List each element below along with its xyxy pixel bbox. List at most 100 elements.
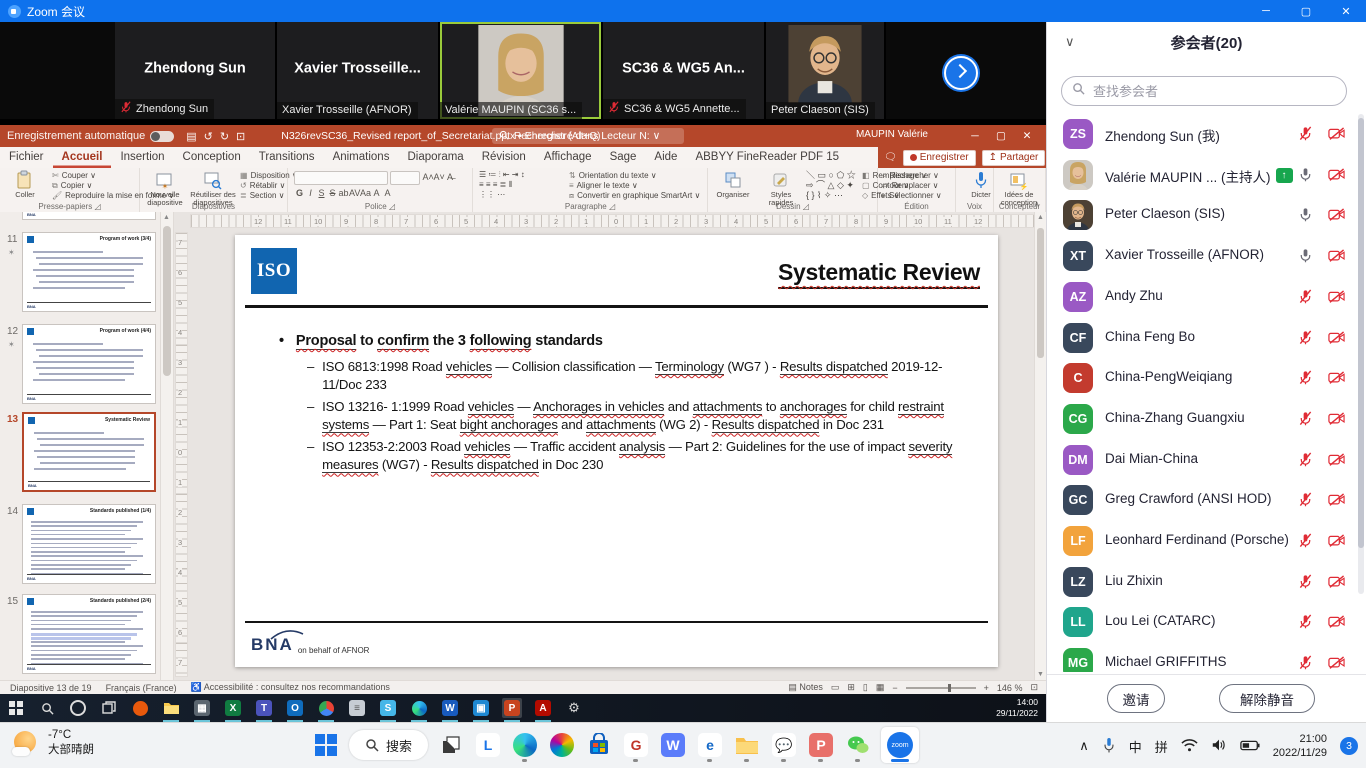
paste-button[interactable]: Coller xyxy=(2,170,48,199)
tab-sage[interactable]: Sage xyxy=(601,147,646,168)
camera-off-icon[interactable] xyxy=(1328,656,1345,672)
video-tile[interactable]: Peter Claeson (SIS) xyxy=(766,22,886,119)
muted-mic-icon[interactable] xyxy=(1298,614,1313,634)
accessibility-status[interactable]: ♿ Accessibilité : consultez nos recomman… xyxy=(191,682,390,693)
muted-mic-icon[interactable] xyxy=(1298,126,1313,146)
ime-language[interactable]: 中 xyxy=(1129,737,1142,756)
participant-row[interactable]: LZLiu Zhixin xyxy=(1047,562,1359,603)
tab-fichier[interactable]: Fichier xyxy=(0,147,53,168)
slide-thumbnail-partial[interactable]: BNA xyxy=(22,212,156,220)
word-icon[interactable]: W xyxy=(440,698,460,718)
comment-icon[interactable]: 🗨 xyxy=(884,152,897,163)
muted-mic-icon[interactable] xyxy=(1298,492,1313,512)
panel-collapse-icon[interactable]: ∨ xyxy=(1065,34,1075,50)
tab-diaporama[interactable]: Diaporama xyxy=(398,147,472,168)
font-token-3[interactable]: S xyxy=(327,188,338,198)
slide-sorter-icon[interactable]: ⊞ xyxy=(847,682,855,693)
settings-icon[interactable]: ⚙ xyxy=(564,698,584,718)
slideshow-icon[interactable]: ▦ xyxy=(876,682,885,693)
g-app-icon[interactable]: G xyxy=(622,727,650,763)
zoom-level[interactable]: 146 % xyxy=(997,683,1023,693)
font-size-select[interactable] xyxy=(390,171,420,185)
tab-r-vision[interactable]: Révision xyxy=(473,147,535,168)
participant-row[interactable]: GCGreg Crawford (ANSI HOD) xyxy=(1047,480,1359,521)
mic-icon[interactable] xyxy=(1298,207,1313,227)
orient-button[interactable]: ⇅ Orientation du texte ∨ xyxy=(569,171,700,181)
muted-mic-icon[interactable] xyxy=(1298,533,1313,553)
muted-mic-icon[interactable] xyxy=(1298,452,1313,472)
zoom-in-icon[interactable]: + xyxy=(984,683,989,693)
chrome-icon[interactable] xyxy=(316,698,336,718)
muted-mic-icon[interactable] xyxy=(1298,655,1313,672)
font-token-1[interactable]: I xyxy=(305,188,316,198)
teams-icon[interactable]: T xyxy=(254,698,274,718)
participant-row[interactable]: Valérie MAUPIN ... (主持人)↑ xyxy=(1047,155,1359,196)
mic-icon[interactable] xyxy=(1298,248,1313,268)
video-tile[interactable]: Valérie MAUPIN (SC36 s... xyxy=(440,22,603,119)
account-name[interactable]: MAUPIN Valérie xyxy=(856,129,928,140)
video-tile[interactable]: Zhendong SunZhendong Sun xyxy=(115,22,277,119)
app-orange-icon[interactable] xyxy=(130,698,150,718)
camera-off-icon[interactable] xyxy=(1328,371,1345,389)
tab-insertion[interactable]: Insertion xyxy=(111,147,173,168)
participant-row[interactable]: CFChina Feng Bo xyxy=(1047,318,1359,359)
notification-badge[interactable]: 3 xyxy=(1340,737,1358,755)
file-explorer-icon[interactable] xyxy=(161,698,181,718)
muted-mic-icon[interactable] xyxy=(1298,370,1313,390)
notes-toggle[interactable]: ▤ Notes xyxy=(788,682,823,693)
font-token-8[interactable]: A xyxy=(382,188,393,198)
ppt-search-box[interactable]: Rechercher (Alt+Q) xyxy=(492,128,684,144)
fit-slide-icon[interactable]: ⊡ xyxy=(1030,682,1038,693)
scroll-down-icon[interactable]: ▼ xyxy=(1037,671,1044,678)
participant-search-box[interactable] xyxy=(1061,76,1347,106)
font-name-select[interactable] xyxy=(294,171,388,185)
redo-icon[interactable]: ↻ xyxy=(220,130,229,143)
slide-thumbnail-14[interactable]: Standards published (1/4)BNA xyxy=(22,504,156,584)
normal-view-icon[interactable]: ▭ xyxy=(831,682,840,693)
edge-icon[interactable] xyxy=(511,727,539,763)
undo-icon[interactable]: ↺ xyxy=(204,130,213,143)
camera-off-icon[interactable] xyxy=(1328,208,1345,226)
weather-widget[interactable]: -7°C大部晴朗 xyxy=(12,728,94,758)
editor-scrollbar[interactable]: ▲▼ xyxy=(1034,212,1046,680)
tab-transitions[interactable]: Transitions xyxy=(250,147,324,168)
slide-thumbnail-15[interactable]: Standards published (2/4)BNA xyxy=(22,594,156,674)
start-slideshow-icon[interactable]: ⊡ xyxy=(236,130,245,143)
participant-row[interactable]: XTXavier Trosseille (AFNOR) xyxy=(1047,236,1359,277)
record-button[interactable]: Enregistrer xyxy=(903,150,976,166)
invite-button[interactable]: 邀请 xyxy=(1107,684,1165,713)
slide-thumbnail-11[interactable]: Program of work (3/4)BNA xyxy=(22,232,156,312)
participant-row[interactable]: CChina-PengWeiqiang xyxy=(1047,358,1359,399)
scroll-up-icon[interactable]: ▲ xyxy=(163,214,170,221)
notes-icon[interactable]: ≡ xyxy=(347,698,367,718)
wechat-icon[interactable] xyxy=(844,727,872,763)
reuse-button[interactable]: Réutiliser des diapositives xyxy=(190,170,236,207)
tab-conception[interactable]: Conception xyxy=(174,147,250,168)
muted-mic-icon[interactable] xyxy=(1298,289,1313,309)
tab-animations[interactable]: Animations xyxy=(324,147,399,168)
participant-search-input[interactable] xyxy=(1091,83,1325,100)
taskbar-search[interactable]: 搜索 xyxy=(349,730,428,760)
designer-button[interactable]: ⚡Idées de conception xyxy=(996,170,1042,207)
file-explorer-icon[interactable] xyxy=(733,727,761,763)
camera-off-icon[interactable] xyxy=(1328,168,1345,186)
participants-scrollbar[interactable] xyxy=(1358,114,1364,594)
participant-row[interactable]: ZSZhendong Sun (我) xyxy=(1047,114,1359,155)
select-button[interactable]: ▸ Sélectionner ∨ xyxy=(882,191,942,201)
share-button[interactable]: ↥Partager xyxy=(982,150,1046,166)
edge-icon[interactable] xyxy=(409,698,429,718)
cortana-icon[interactable] xyxy=(68,698,88,718)
slide-body[interactable]: •Proposal to confirm the 3 following sta… xyxy=(279,333,976,478)
muted-mic-icon[interactable] xyxy=(1298,574,1313,594)
more-videos-button[interactable] xyxy=(944,56,978,90)
camera-off-icon[interactable] xyxy=(1328,453,1345,471)
participant-row[interactable]: DMDai Mian-China xyxy=(1047,440,1359,481)
ppt-minimize-button[interactable]: ─ xyxy=(962,125,988,147)
volume-icon[interactable] xyxy=(1211,738,1227,755)
zoom-icon[interactable]: zoom xyxy=(881,727,919,763)
font-token-6[interactable]: Aa xyxy=(360,188,371,198)
camera-off-icon[interactable] xyxy=(1328,615,1345,633)
slide-thumbnail-12[interactable]: Program of work (4/4)BNA xyxy=(22,324,156,404)
start-icon[interactable] xyxy=(312,727,340,763)
close-button[interactable]: ✕ xyxy=(1326,5,1366,18)
